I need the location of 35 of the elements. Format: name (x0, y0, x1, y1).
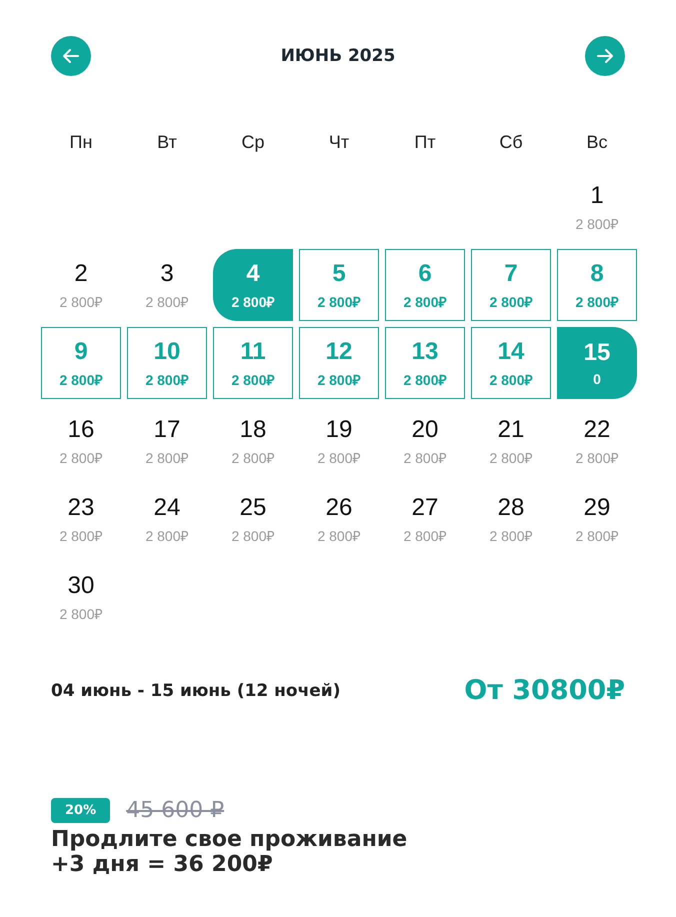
day-cell[interactable]: 18 2 800₽ (213, 405, 293, 477)
day-cell[interactable]: 17 2 800₽ (127, 405, 207, 477)
offer-text: Продлите свое проживание +3 дня = 36 200₽ (51, 827, 408, 878)
day-cell[interactable]: 19 2 800₽ (299, 405, 379, 477)
weekday-label: Сб (498, 132, 524, 153)
arrow-left-icon (61, 46, 81, 66)
previous-month-button[interactable] (51, 36, 91, 76)
weekday-label: Вт (156, 132, 178, 153)
weekday-label: Вс (585, 132, 608, 153)
month-title: ИЮНЬ 2025 (280, 46, 396, 66)
day-cell[interactable]: 22 2 800₽ (557, 405, 637, 477)
old-price: 45 600 ₽ (126, 798, 224, 823)
day-cell[interactable]: 20 2 800₽ (385, 405, 465, 477)
day-cell[interactable]: 25 2 800₽ (213, 483, 293, 555)
day-cell[interactable]: 24 2 800₽ (127, 483, 207, 555)
day-cell[interactable]: 30 2 800₽ (41, 561, 121, 633)
arrow-right-icon (594, 46, 615, 66)
weekday-label: Пн (68, 132, 94, 153)
day-cell[interactable]: 3 2 800₽ (127, 249, 207, 321)
day-cell[interactable]: 21 2 800₽ (471, 405, 551, 477)
day-cell[interactable]: 2 2 800₽ (41, 249, 121, 321)
weekday-label: Чт (328, 132, 350, 153)
day-cell[interactable]: 27 2 800₽ (385, 483, 465, 555)
discount-badge: 20% (51, 798, 110, 823)
day-cell[interactable]: 26 2 800₽ (299, 483, 379, 555)
day-cell[interactable]: 23 2 800₽ (41, 483, 121, 555)
date-range: 04 июнь - 15 июнь (12 ночей) (51, 680, 340, 700)
total-price: От 30800₽ (464, 675, 625, 706)
weekday-label: Пт (413, 132, 437, 153)
day-cell[interactable]: 28 2 800₽ (471, 483, 551, 555)
day-cell[interactable]: 16 2 800₽ (41, 405, 121, 477)
next-month-button[interactable] (584, 36, 625, 76)
weekday-label: Ср (240, 132, 266, 153)
day-cell[interactable]: 29 2 800₽ (557, 483, 637, 555)
day-cell[interactable]: 1 2 800₽ (557, 171, 637, 243)
